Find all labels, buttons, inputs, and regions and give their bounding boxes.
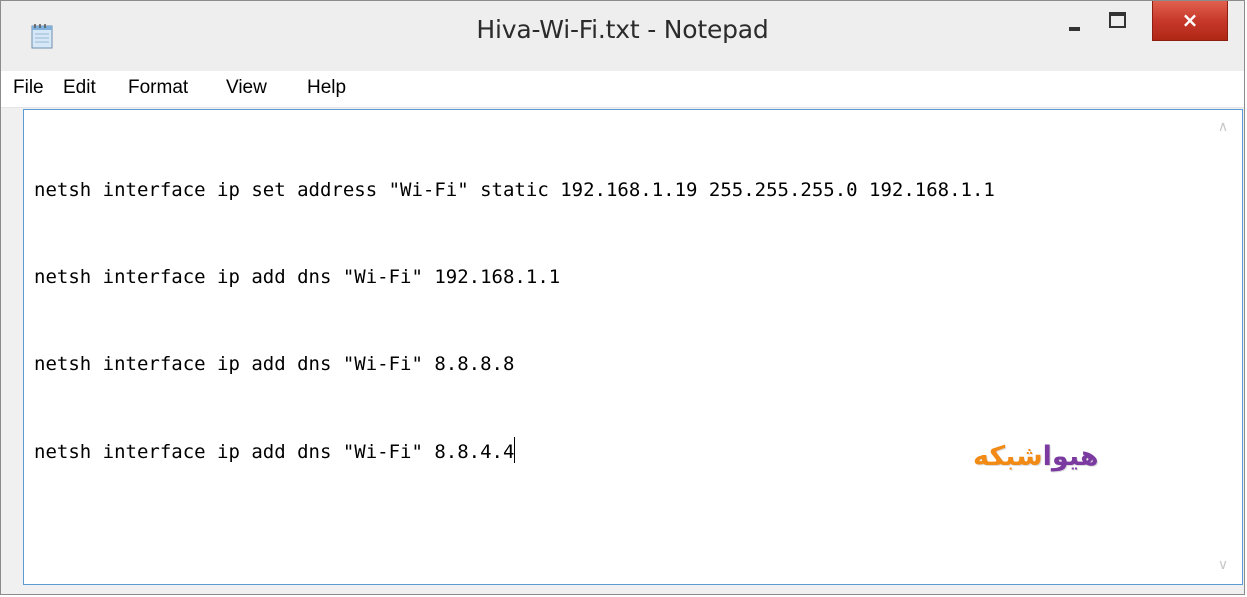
menu-edit[interactable]: Edit: [63, 77, 96, 99]
menu-format[interactable]: Format: [128, 77, 188, 99]
text-line: netsh interface ip add dns "Wi-Fi" 8.8.8…: [34, 353, 515, 375]
maximize-button[interactable]: [1102, 1, 1148, 41]
scroll-up-icon[interactable]: ∧: [1216, 120, 1230, 134]
text-line-content: netsh interface ip add dns "Wi-Fi" 8.8.4…: [34, 441, 515, 463]
menu-bar: File Edit Format View Help: [1, 71, 1244, 108]
menu-view[interactable]: View: [226, 77, 267, 99]
editor-text[interactable]: netsh interface ip set address "Wi-Fi" s…: [34, 118, 1192, 584]
notepad-window: Hiva-Wi-Fi.txt - Notepad × File Edit For…: [0, 0, 1245, 595]
watermark-part-2: شبکه: [973, 441, 1043, 472]
vertical-scrollbar[interactable]: ∧ ∨: [1204, 110, 1242, 584]
text-editor[interactable]: netsh interface ip set address "Wi-Fi" s…: [23, 109, 1243, 585]
scroll-down-icon[interactable]: ∨: [1216, 558, 1230, 572]
minimize-button[interactable]: [1056, 1, 1100, 41]
watermark-part-1: هیوا: [1042, 441, 1099, 472]
close-button[interactable]: ×: [1152, 1, 1228, 41]
text-line: netsh interface ip set address "Wi-Fi" s…: [34, 179, 995, 201]
close-icon: ×: [1181, 8, 1199, 32]
text-line: netsh interface ip add dns "Wi-Fi" 192.1…: [34, 266, 561, 288]
text-caret: [514, 437, 516, 463]
watermark-logo: هیواشبکه: [973, 441, 1099, 472]
menu-file[interactable]: File: [13, 77, 44, 99]
title-bar[interactable]: Hiva-Wi-Fi.txt - Notepad ×: [1, 1, 1244, 71]
menu-help[interactable]: Help: [307, 77, 346, 99]
